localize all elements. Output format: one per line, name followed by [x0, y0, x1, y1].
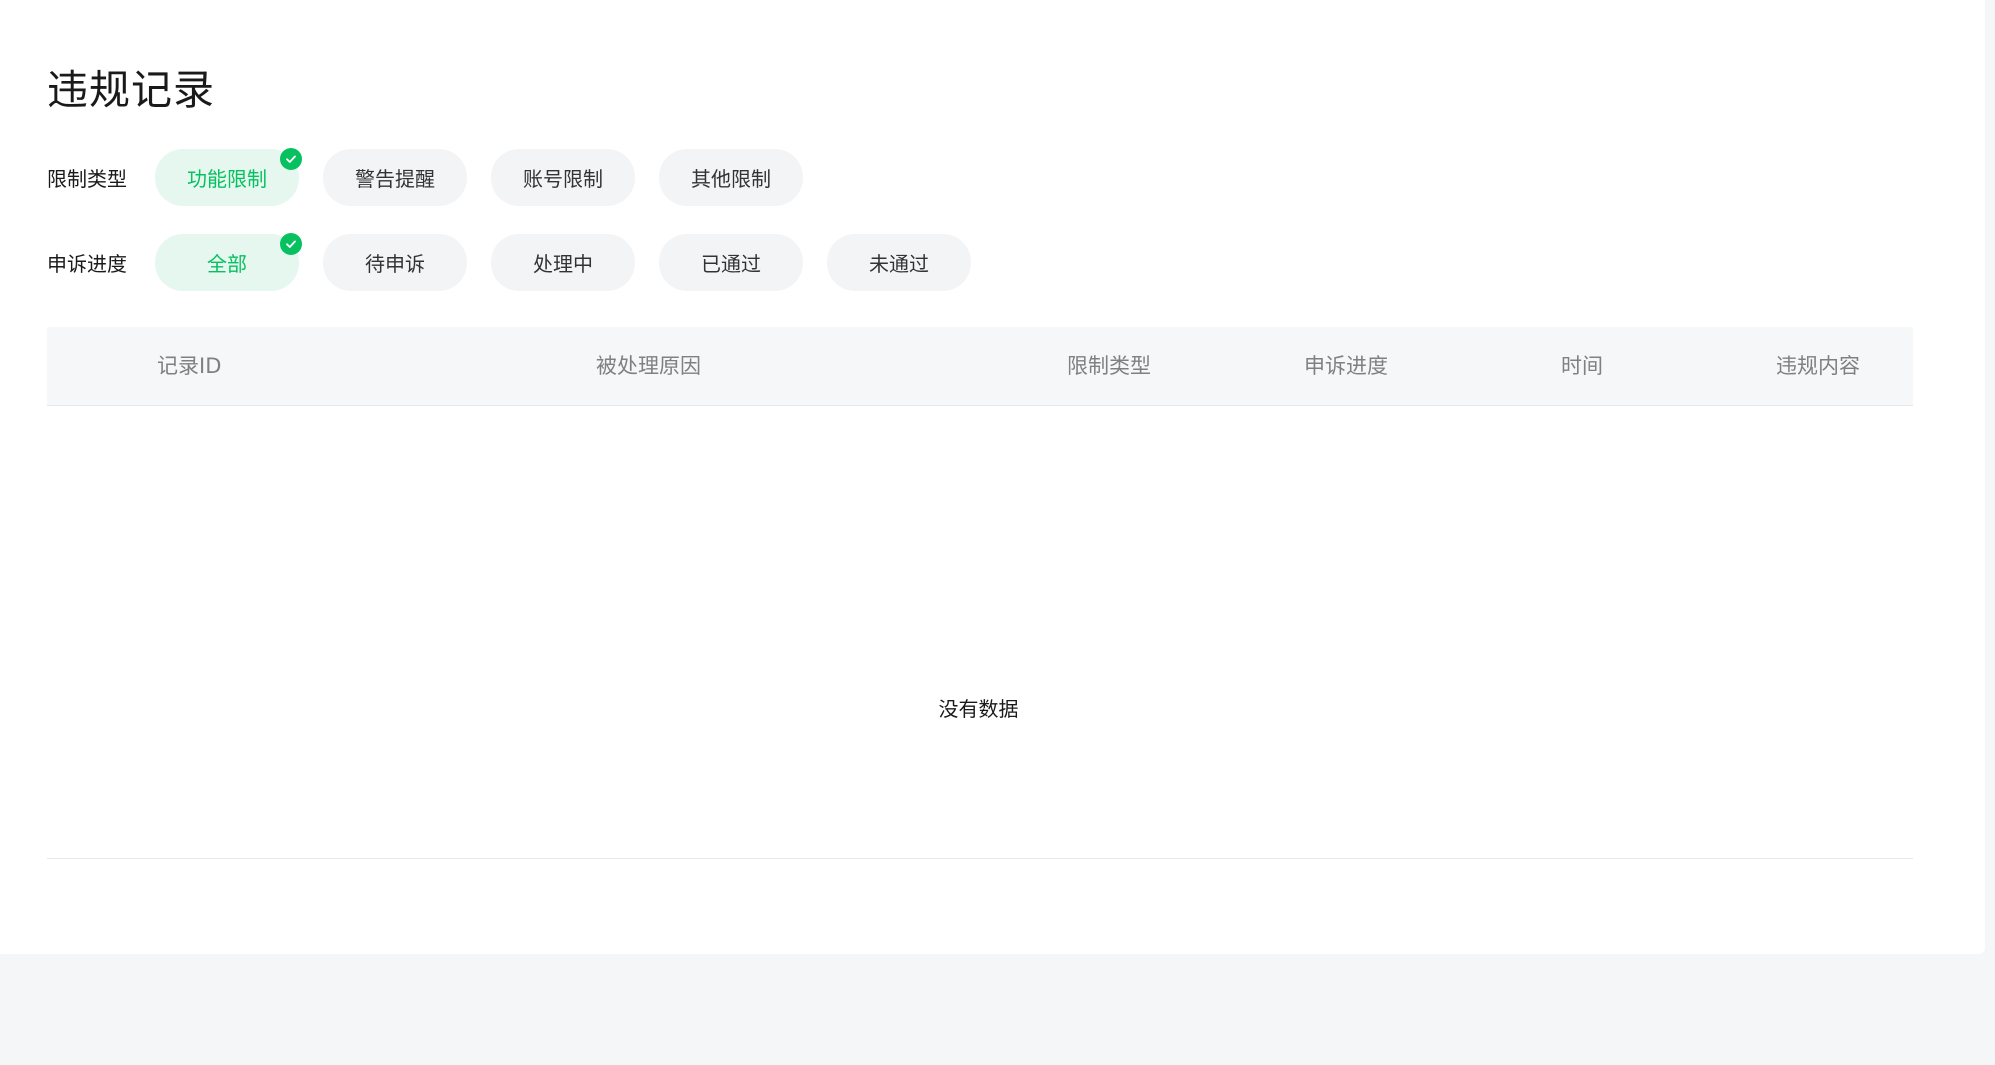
- restriction-type-label: 限制类型: [47, 167, 127, 191]
- column-header-time: 时间: [1561, 354, 1603, 378]
- violation-records-table: 记录ID 被处理原因 限制类型 申诉进度 时间 违规内容 没有数据: [47, 327, 1913, 859]
- appeal-chip-processing[interactable]: 处理中: [491, 234, 635, 291]
- check-icon: [280, 233, 302, 255]
- check-icon: [280, 148, 302, 170]
- empty-state-text: 没有数据: [938, 697, 1019, 721]
- appeal-chip-rejected[interactable]: 未通过: [827, 234, 971, 291]
- column-header-record-id: 记录ID: [157, 354, 222, 378]
- restriction-chip-function[interactable]: 功能限制: [155, 148, 302, 206]
- restriction-chip-warning[interactable]: 警告提醒: [323, 149, 467, 206]
- column-header-reason: 被处理原因: [596, 354, 701, 378]
- restriction-chip-account[interactable]: 账号限制: [491, 149, 635, 206]
- chip-label: 未通过: [869, 252, 929, 276]
- appeal-chip-approved[interactable]: 已通过: [659, 234, 803, 291]
- appeal-progress-filter: 申诉进度 全部 待申诉 处理中 已通过 未通过: [47, 233, 995, 291]
- appeal-chip-pending[interactable]: 待申诉: [323, 234, 467, 291]
- chip-label: 已通过: [701, 252, 761, 276]
- content-card: 违规记录 限制类型 功能限制 警告提醒 账号限制 其他限制 申诉进度 全部 待申…: [0, 0, 1985, 954]
- chip-label: 账号限制: [523, 167, 603, 191]
- chip-label: 全部: [207, 252, 247, 276]
- restriction-chip-other[interactable]: 其他限制: [659, 149, 803, 206]
- chip-label: 警告提醒: [355, 167, 435, 191]
- column-header-violation-content: 违规内容: [1776, 354, 1860, 378]
- chip-label: 待申诉: [365, 252, 425, 276]
- appeal-chip-all[interactable]: 全部: [155, 233, 302, 291]
- chip-label: 功能限制: [187, 167, 267, 191]
- chip-label: 其他限制: [691, 167, 771, 191]
- column-header-appeal-progress: 申诉进度: [1304, 354, 1388, 378]
- page-title: 违规记录: [47, 66, 215, 114]
- restriction-type-filter: 限制类型 功能限制 警告提醒 账号限制 其他限制: [47, 148, 827, 206]
- column-header-restriction-type: 限制类型: [1067, 354, 1151, 378]
- table-header: 记录ID 被处理原因 限制类型 申诉进度 时间 违规内容: [47, 327, 1913, 406]
- table-body: 没有数据: [47, 406, 1913, 859]
- chip-label: 处理中: [533, 252, 593, 276]
- appeal-progress-label: 申诉进度: [47, 252, 127, 276]
